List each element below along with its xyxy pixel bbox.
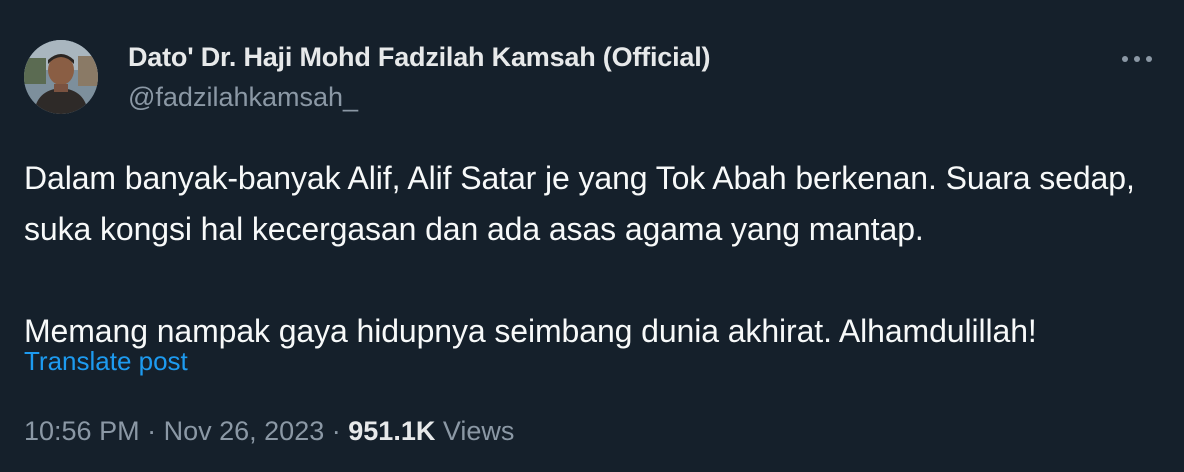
meta-separator: · <box>331 416 341 446</box>
translate-post-link[interactable]: Translate post <box>24 346 188 377</box>
post-text: Dalam banyak-banyak Alif, Alif Satar je … <box>24 160 1135 349</box>
more-horizontal-icon <box>1122 56 1152 62</box>
more-button[interactable] <box>1117 44 1157 74</box>
avatar[interactable] <box>24 40 98 114</box>
author-handle[interactable]: @fadzilahkamsah_ <box>128 82 358 113</box>
profile-photo <box>24 40 98 114</box>
post-date[interactable]: Nov 26, 2023 <box>164 416 325 446</box>
meta-separator: · <box>147 416 157 446</box>
views-label: Views <box>442 416 515 446</box>
views-count: 951.1K <box>348 416 436 446</box>
author-display-name[interactable]: Dato' Dr. Haji Mohd Fadzilah Kamsah (Off… <box>128 42 710 73</box>
tweet: Dato' Dr. Haji Mohd Fadzilah Kamsah (Off… <box>0 0 1184 472</box>
post-meta: 10:56 PM · Nov 26, 2023 · 951.1K Views <box>24 416 514 447</box>
post-time[interactable]: 10:56 PM <box>24 416 140 446</box>
